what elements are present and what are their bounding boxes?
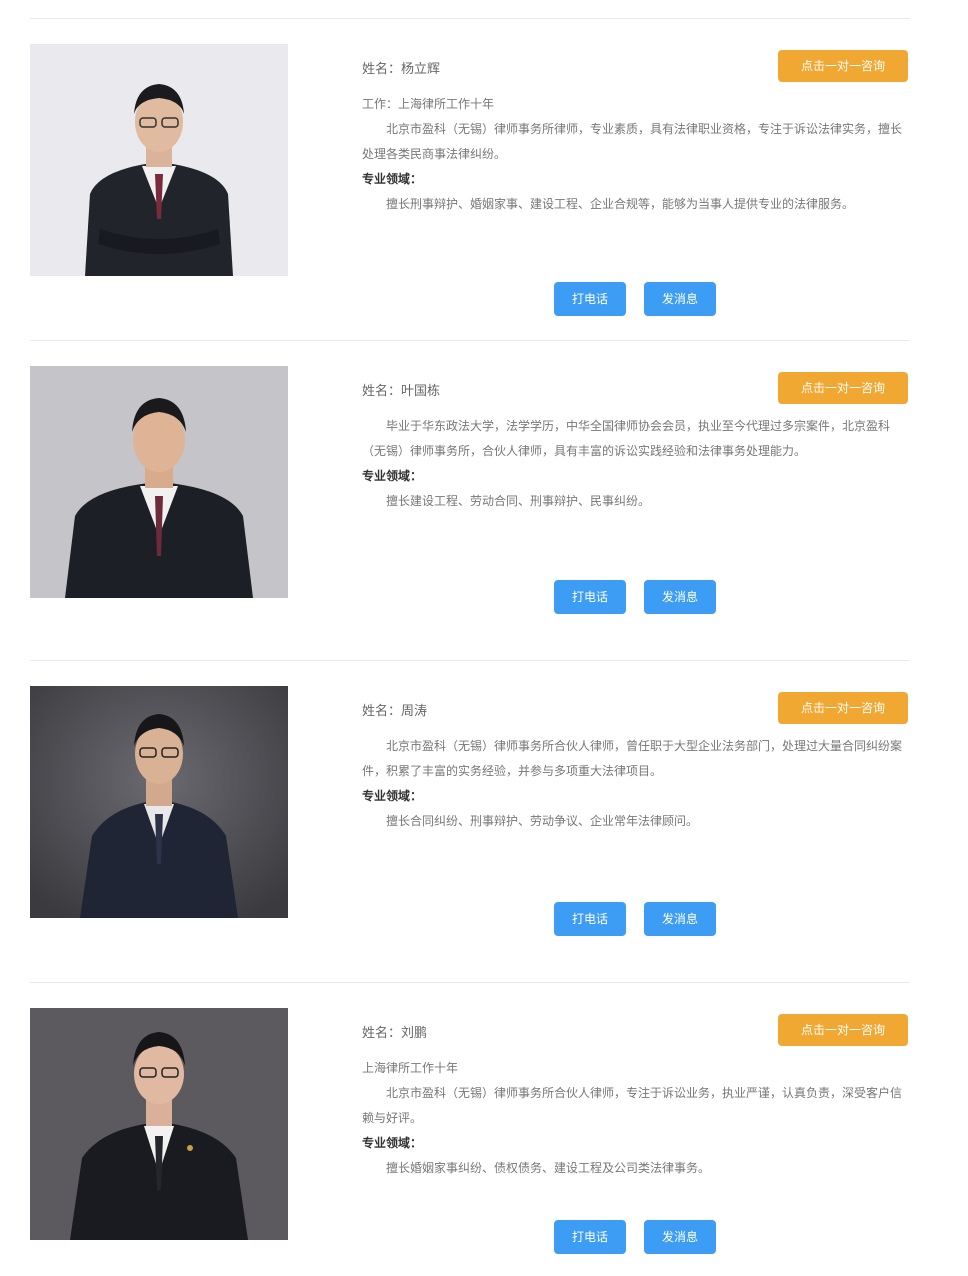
- lawyer-card: 姓名：周涛 点击一对一咨询 北京市盈科（无锡）律师事务所合伙人律师，曾任职于大型…: [30, 686, 910, 986]
- lawyer-name: 姓名：叶国栋: [362, 384, 441, 399]
- lawyer-list-page: 姓名：杨立辉 点击一对一咨询 工作：上海律所工作十年 北京市盈科（无锡）律师事务…: [0, 0, 968, 1276]
- divider: [30, 660, 910, 661]
- divider: [30, 982, 910, 983]
- lawyer-bio: 北京市盈科（无锡）律师事务所合伙人律师，曾任职于大型企业法务部门，处理过大量合同…: [362, 734, 902, 834]
- lawyer-bio: 上海律所工作十年 北京市盈科（无锡）律师事务所合伙人律师，专注于诉讼业务，执业严…: [362, 1056, 902, 1181]
- lawyer-bio: 毕业于华东政法大学，法学学历，中华全国律师协会会员，执业至今代理过多宗案件，北京…: [362, 414, 902, 514]
- fields-text: 擅长建设工程、劳动合同、刑事辩护、民事纠纷。: [386, 494, 651, 508]
- lawyer-photo: [30, 44, 288, 276]
- phone-button[interactable]: 打电话: [554, 1220, 626, 1254]
- lawyer-name: 姓名：杨立辉: [362, 62, 441, 77]
- fields-text: 擅长刑事辩护、婚姻家事、建设工程、企业合规等，能够为当事人提供专业的法律服务。: [386, 197, 855, 211]
- bio-text: 毕业于华东政法大学，法学学历，中华全国律师协会会员，执业至今代理过多宗案件，北京…: [362, 419, 891, 458]
- lawyer-card: 姓名：叶国栋 点击一对一咨询 毕业于华东政法大学，法学学历，中华全国律师协会会员…: [30, 366, 910, 666]
- message-button[interactable]: 发消息: [644, 580, 716, 614]
- lawyer-card: 姓名：刘鹏 点击一对一咨询 上海律所工作十年 北京市盈科（无锡）律师事务所合伙人…: [30, 1008, 910, 1276]
- lawyer-photo: [30, 686, 288, 918]
- message-button[interactable]: 发消息: [644, 902, 716, 936]
- lawyer-name: 姓名：周涛: [362, 704, 428, 719]
- fields-text: 擅长婚姻家事纠纷、债权债务、建设工程及公司类法律事务。: [386, 1161, 711, 1175]
- bio-text: 北京市盈科（无锡）律师事务所合伙人律师，专注于诉讼业务，执业严谨，认真负责，深受…: [362, 1086, 903, 1125]
- phone-button[interactable]: 打电话: [554, 580, 626, 614]
- consult-button[interactable]: 点击一对一咨询: [778, 372, 908, 404]
- field-label: 专业领域：: [362, 789, 423, 803]
- bio-text: 北京市盈科（无锡）律师事务所律师，专业素质，具有法律职业资格，专注于诉讼法律实务…: [362, 122, 903, 161]
- lawyer-bio: 工作：上海律所工作十年 北京市盈科（无锡）律师事务所律师，专业素质，具有法律职业…: [362, 92, 902, 217]
- firm-line: 工作：上海律所工作十年: [362, 97, 495, 111]
- consult-button[interactable]: 点击一对一咨询: [778, 1014, 908, 1046]
- bio-text: 北京市盈科（无锡）律师事务所合伙人律师，曾任职于大型企业法务部门，处理过大量合同…: [362, 739, 903, 778]
- lawyer-photo: [30, 366, 288, 598]
- lawyer-photo: [30, 1008, 288, 1240]
- divider: [30, 340, 910, 341]
- firm-line: 上海律所工作十年: [362, 1061, 459, 1075]
- lawyer-name: 姓名：刘鹏: [362, 1026, 428, 1041]
- lawyer-card: 姓名：杨立辉 点击一对一咨询 工作：上海律所工作十年 北京市盈科（无锡）律师事务…: [30, 44, 910, 344]
- phone-button[interactable]: 打电话: [554, 282, 626, 316]
- consult-button[interactable]: 点击一对一咨询: [778, 692, 908, 724]
- fields-text: 擅长合同纠纷、刑事辩护、劳动争议、企业常年法律顾问。: [386, 814, 699, 828]
- field-label: 专业领域：: [362, 172, 423, 186]
- divider: [30, 18, 910, 19]
- message-button[interactable]: 发消息: [644, 1220, 716, 1254]
- message-button[interactable]: 发消息: [644, 282, 716, 316]
- field-label: 专业领域：: [362, 1136, 423, 1150]
- field-label: 专业领域：: [362, 469, 423, 483]
- consult-button[interactable]: 点击一对一咨询: [778, 50, 908, 82]
- phone-button[interactable]: 打电话: [554, 902, 626, 936]
